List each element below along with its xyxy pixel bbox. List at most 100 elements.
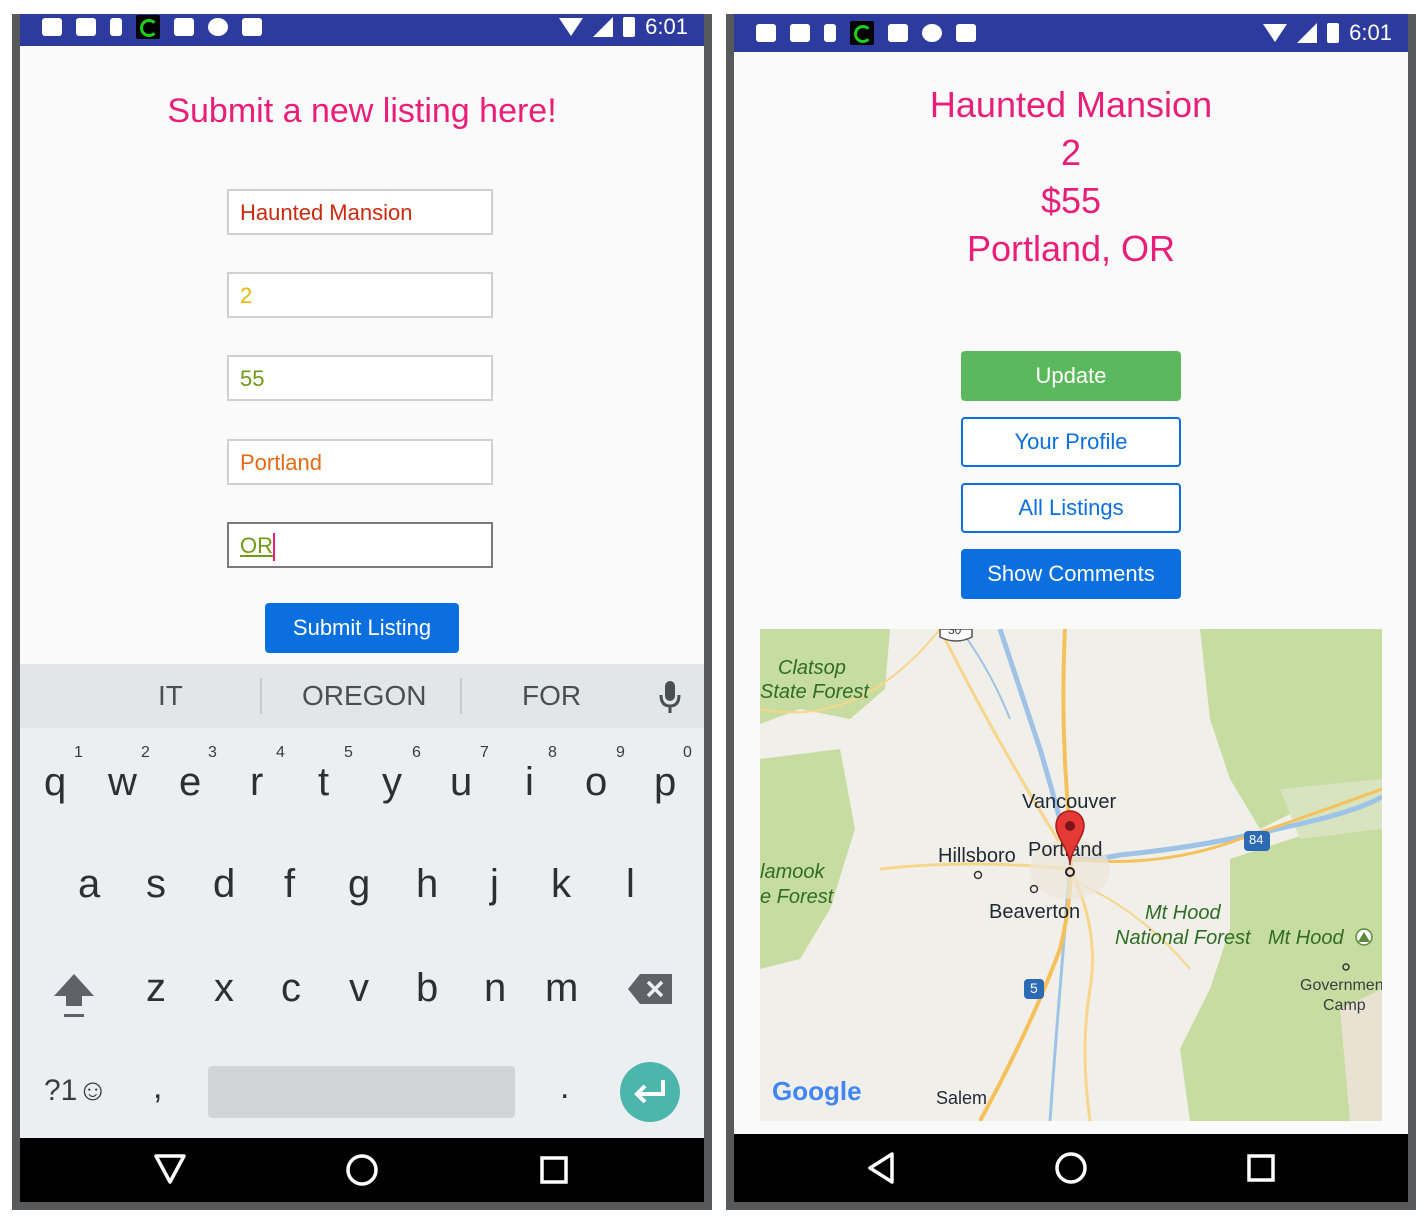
key-z[interactable]: z (146, 966, 166, 1011)
key-a[interactable]: a (78, 862, 100, 907)
suggestion-oregon[interactable]: OREGON (302, 664, 426, 728)
map-label-govcamp: Governmen (1300, 977, 1382, 994)
key-o[interactable]: o (585, 760, 607, 805)
key-b[interactable]: b (416, 966, 438, 1011)
android-icon (956, 24, 976, 42)
key-n[interactable]: n (484, 966, 506, 1011)
page-title: Submit a new listing here! (167, 92, 557, 130)
signal-icon (1297, 23, 1318, 43)
city-field-value: Portland (240, 450, 322, 475)
status-time: 6:01 (1349, 20, 1392, 45)
listing-location: Portland, OR (966, 228, 1176, 269)
app-c-icon (850, 21, 874, 45)
nav-bar (20, 1138, 704, 1202)
left-phone-frame: 6:01 Submit a new listing here! Haunted … (12, 14, 712, 1210)
nav-bar (734, 1134, 1408, 1202)
key-hint-5: 5 (344, 744, 353, 761)
key-v[interactable]: v (349, 966, 369, 1011)
map-label-clatsop-forest: State Forest (760, 681, 869, 703)
suggestion-strip: IT OREGON FOR (20, 664, 704, 728)
recents-nav-icon[interactable] (524, 1138, 584, 1202)
key-comma[interactable]: , (153, 1068, 162, 1107)
key-w[interactable]: w (108, 760, 137, 805)
key-j[interactable]: j (490, 862, 499, 907)
map-label-tillamook: lamook (760, 861, 825, 883)
map-view[interactable]: 30 84 5 Clatsop State Forest lamook e Fo… (760, 629, 1382, 1121)
key-g[interactable]: g (348, 862, 370, 907)
rooms-field[interactable]: 2 (227, 272, 493, 318)
right-phone-frame: 6:01 Haunted Mansion 2 $55 Portland, OR … (726, 14, 1416, 1210)
battery-icon (623, 17, 636, 37)
key-hint-4: 4 (276, 744, 285, 761)
android-icon (242, 18, 262, 36)
suggestion-it[interactable]: IT (158, 664, 183, 728)
backspace-icon[interactable] (628, 974, 672, 1004)
key-u[interactable]: u (450, 760, 472, 805)
name-field[interactable]: Haunted Mansion (227, 189, 493, 235)
key-hint-6: 6 (412, 744, 421, 761)
map-label-mthood-nf: Mt Hood (1145, 902, 1221, 924)
key-y[interactable]: y (382, 760, 402, 805)
wifi-icon (559, 18, 584, 36)
update-button[interactable]: Update (961, 351, 1181, 401)
gallery-icon (790, 24, 810, 42)
suggestion-for[interactable]: FOR (522, 664, 581, 728)
back-nav-icon[interactable] (140, 1138, 200, 1202)
key-i[interactable]: i (525, 760, 534, 805)
key-e[interactable]: e (179, 760, 201, 805)
notes-icon (756, 24, 776, 42)
map-shield-30: 30 (948, 629, 962, 637)
key-d[interactable]: d (213, 862, 235, 907)
back-nav-icon[interactable] (852, 1134, 912, 1202)
status-bar: 6:01 (20, 14, 704, 46)
home-nav-icon[interactable] (332, 1138, 392, 1202)
accessibility-icon (208, 18, 228, 36)
map-label-mthood-nf2: National Forest (1115, 927, 1251, 949)
key-period[interactable]: . (560, 1068, 569, 1107)
submit-listing-button[interactable]: Submit Listing (265, 603, 459, 653)
home-nav-icon[interactable] (1041, 1134, 1101, 1202)
key-x[interactable]: x (214, 966, 234, 1011)
enter-button[interactable] (620, 1062, 680, 1122)
google-logo: Google (772, 1076, 862, 1106)
enter-icon (634, 1080, 665, 1104)
key-r[interactable]: r (250, 760, 263, 805)
key-hint-7: 7 (480, 744, 489, 761)
map-marker-icon[interactable] (1054, 809, 1086, 879)
key-hint-8: 8 (548, 744, 557, 761)
space-bar[interactable] (208, 1066, 515, 1118)
microphone-icon[interactable] (658, 680, 682, 714)
key-h[interactable]: h (416, 862, 438, 907)
name-field-value: Haunted Mansion (240, 200, 413, 225)
right-screen: 6:01 Haunted Mansion 2 $55 Portland, OR … (734, 14, 1408, 1202)
key-p[interactable]: p (654, 760, 676, 805)
key-s[interactable]: s (146, 862, 166, 907)
price-field[interactable]: 55 (227, 355, 493, 401)
city-field[interactable]: Portland (227, 439, 493, 485)
key-c[interactable]: c (281, 966, 301, 1011)
map-label-tillamook-forest: e Forest (760, 886, 834, 908)
key-q[interactable]: q (44, 760, 66, 805)
key-l[interactable]: l (626, 862, 635, 907)
show-comments-button[interactable]: Show Comments (961, 549, 1181, 599)
signal-icon (593, 17, 614, 37)
key-f[interactable]: f (284, 862, 295, 907)
suggestion-divider (460, 678, 462, 714)
battery-icon (1327, 23, 1340, 43)
key-t[interactable]: t (318, 760, 329, 805)
recents-nav-icon[interactable] (1231, 1134, 1291, 1202)
state-field[interactable]: OR (227, 522, 493, 568)
key-k[interactable]: k (551, 862, 571, 907)
cup-icon (110, 18, 122, 36)
listing-rooms: 2 (1060, 132, 1082, 173)
price-field-value: 55 (240, 366, 265, 391)
all-listings-button[interactable]: All Listings (961, 483, 1181, 533)
chat-icon (888, 24, 908, 42)
map-label-hillsboro: Hillsboro (938, 845, 1016, 867)
symbols-key[interactable]: ?1☺ (44, 1074, 108, 1108)
status-bar: 6:01 (734, 14, 1408, 52)
listing-name: Haunted Mansion (929, 84, 1213, 125)
shift-icon[interactable] (52, 972, 96, 1020)
your-profile-button[interactable]: Your Profile (961, 417, 1181, 467)
key-m[interactable]: m (545, 966, 578, 1011)
